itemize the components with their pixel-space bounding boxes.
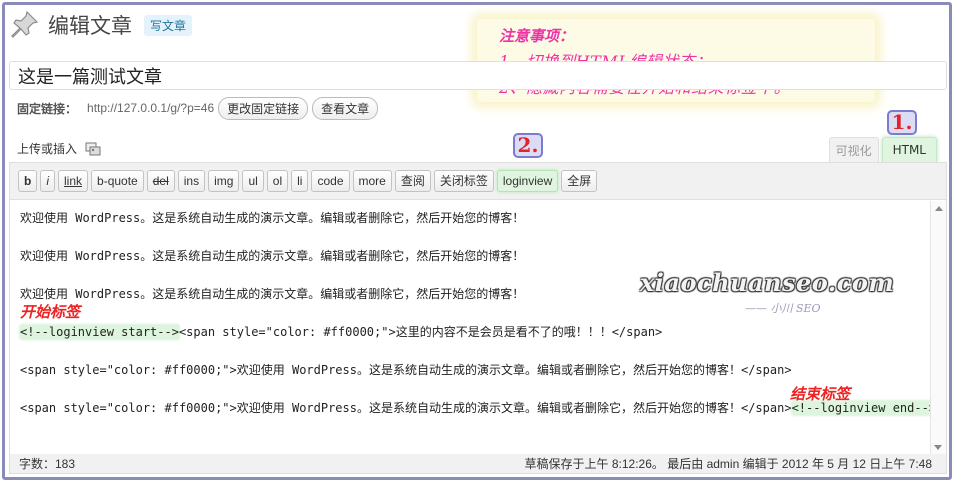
- change-permalink-button[interactable]: 更改固定链接: [218, 96, 309, 120]
- permalink-row: 固定链接： http://127.0.0.1/g/?p=46 更改固定链接 查看…: [17, 96, 379, 120]
- loginview-button[interactable]: loginview: [496, 170, 559, 192]
- li-button[interactable]: li: [291, 170, 309, 192]
- ins-button[interactable]: ins: [177, 170, 206, 192]
- blockquote-button[interactable]: b-quote: [91, 170, 144, 192]
- upload-insert: 上传或插入: [17, 140, 101, 157]
- post-title-input[interactable]: 这是一篇测试文章: [9, 61, 947, 90]
- scroll-up-icon[interactable]: [934, 206, 943, 211]
- step-badge-1: 1.: [887, 110, 917, 135]
- code-button[interactable]: code: [311, 170, 350, 192]
- quicktags-toolbar: b i link b-quote del ins img ul ol li co…: [10, 163, 946, 200]
- page-header: 编辑文章 写文章: [8, 8, 193, 42]
- editor-scrollbar[interactable]: [930, 201, 946, 455]
- upload-label: 上传或插入: [17, 142, 78, 156]
- ol-button[interactable]: ol: [266, 170, 289, 192]
- add-media-icon[interactable]: [85, 142, 101, 156]
- pushpin-icon: [11, 10, 39, 38]
- step-badge-2: 2.: [513, 133, 543, 158]
- ul-button[interactable]: ul: [242, 170, 264, 192]
- permalink-url: http://127.0.0.1/g/?p=46: [87, 101, 215, 115]
- img-button[interactable]: img: [208, 170, 240, 192]
- content-paragraph-1: 欢迎使用 WordPress。这是系统自动生成的演示文章。编辑或者删除它，然后开…: [20, 211, 525, 225]
- tab-html[interactable]: HTML: [881, 137, 937, 163]
- word-count: 字数：183: [19, 457, 76, 471]
- close-tags-button[interactable]: 关闭标签: [433, 170, 494, 192]
- editor-view-tabs: 可视化 HTML: [828, 137, 937, 163]
- content-paragraph-5: <span style="color: #ff0000;">欢迎使用 WordP…: [20, 363, 792, 377]
- content-paragraph-2: 欢迎使用 WordPress。这是系统自动生成的演示文章。编辑或者删除它，然后开…: [20, 249, 525, 263]
- site-watermark: xiaochuanseo.com: [640, 268, 895, 297]
- bold-button[interactable]: b: [18, 170, 38, 192]
- loginview-start-tag: <!--loginview start-->: [20, 325, 179, 339]
- italic-button[interactable]: i: [40, 170, 56, 192]
- permalink-label: 固定链接：: [17, 101, 78, 116]
- notice-title: 注意事项：: [499, 27, 575, 45]
- content-paragraph-4: <!--loginview start--><span style="color…: [20, 323, 922, 341]
- view-post-button[interactable]: 查看文章: [312, 96, 379, 120]
- del-button[interactable]: del: [146, 170, 175, 192]
- write-post-button[interactable]: 写文章: [144, 14, 193, 36]
- fullscreen-button[interactable]: 全屏: [561, 170, 598, 192]
- content-paragraph-6: <span style="color: #ff0000;">欢迎使用 WordP…: [20, 399, 937, 417]
- lookup-button[interactable]: 查阅: [394, 170, 431, 192]
- end-tag-annotation: 结束标签: [790, 385, 851, 403]
- save-status: 草稿保存于上午 8:12:26。 最后由 admin 编辑于 2012 年 5 …: [524, 457, 932, 471]
- scroll-down-icon[interactable]: [934, 445, 942, 450]
- hidden-content-span: <span style="color: #ff0000;">这里的内容不是会员是…: [178, 325, 663, 339]
- link-button[interactable]: link: [58, 170, 89, 192]
- editor-status-bar: 字数：183 草稿保存于上午 8:12:26。 最后由 admin 编辑于 20…: [9, 454, 947, 474]
- watermark-subtitle: —— 小川 SEO: [745, 302, 821, 315]
- editor-textarea[interactable]: 欢迎使用 WordPress。这是系统自动生成的演示文章。编辑或者删除它，然后开…: [10, 201, 937, 455]
- page-title: 编辑文章: [48, 14, 132, 38]
- tab-visual[interactable]: 可视化: [828, 137, 879, 163]
- content-span-6: <span style="color: #ff0000;">欢迎使用 WordP…: [20, 401, 792, 415]
- more-button[interactable]: more: [352, 170, 392, 192]
- start-tag-annotation: 开始标签: [20, 303, 81, 321]
